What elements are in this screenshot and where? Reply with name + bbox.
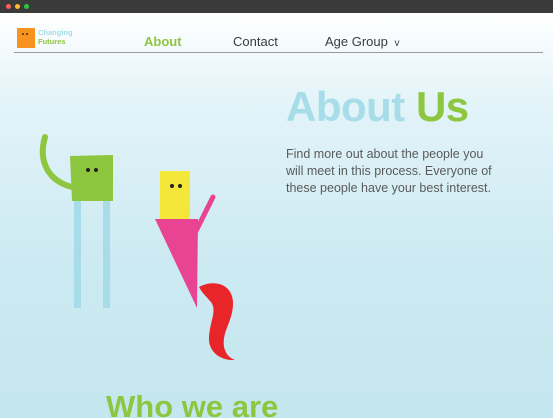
green-character-right-eye bbox=[94, 168, 98, 172]
green-character-arm bbox=[39, 134, 75, 190]
green-character-right-leg bbox=[103, 199, 110, 308]
intro-paragraph: Find more out about the people you will … bbox=[286, 147, 492, 195]
yellow-character-head bbox=[160, 171, 190, 219]
pink-character-arm bbox=[193, 194, 216, 234]
page-title-word-2: Us bbox=[415, 83, 469, 130]
character-illustration bbox=[39, 134, 235, 361]
green-character-left-eye bbox=[86, 168, 90, 172]
minimize-window-icon[interactable] bbox=[15, 4, 20, 9]
pink-character-body bbox=[155, 219, 198, 308]
page-title-word-1: About bbox=[286, 83, 405, 130]
browser-chrome bbox=[0, 0, 553, 13]
green-character-left-leg bbox=[74, 199, 81, 308]
yellow-character-right-eye bbox=[178, 184, 182, 188]
yellow-character-left-eye bbox=[170, 184, 174, 188]
maximize-window-icon[interactable] bbox=[24, 4, 29, 9]
green-character-body bbox=[70, 155, 113, 201]
page: Changing Futures About Contact Age Group… bbox=[0, 13, 553, 418]
red-tail-shape bbox=[199, 283, 235, 361]
section-heading-who-we-are: Who we are bbox=[106, 389, 279, 418]
close-window-icon[interactable] bbox=[6, 4, 11, 9]
page-title: About Us bbox=[286, 85, 469, 129]
